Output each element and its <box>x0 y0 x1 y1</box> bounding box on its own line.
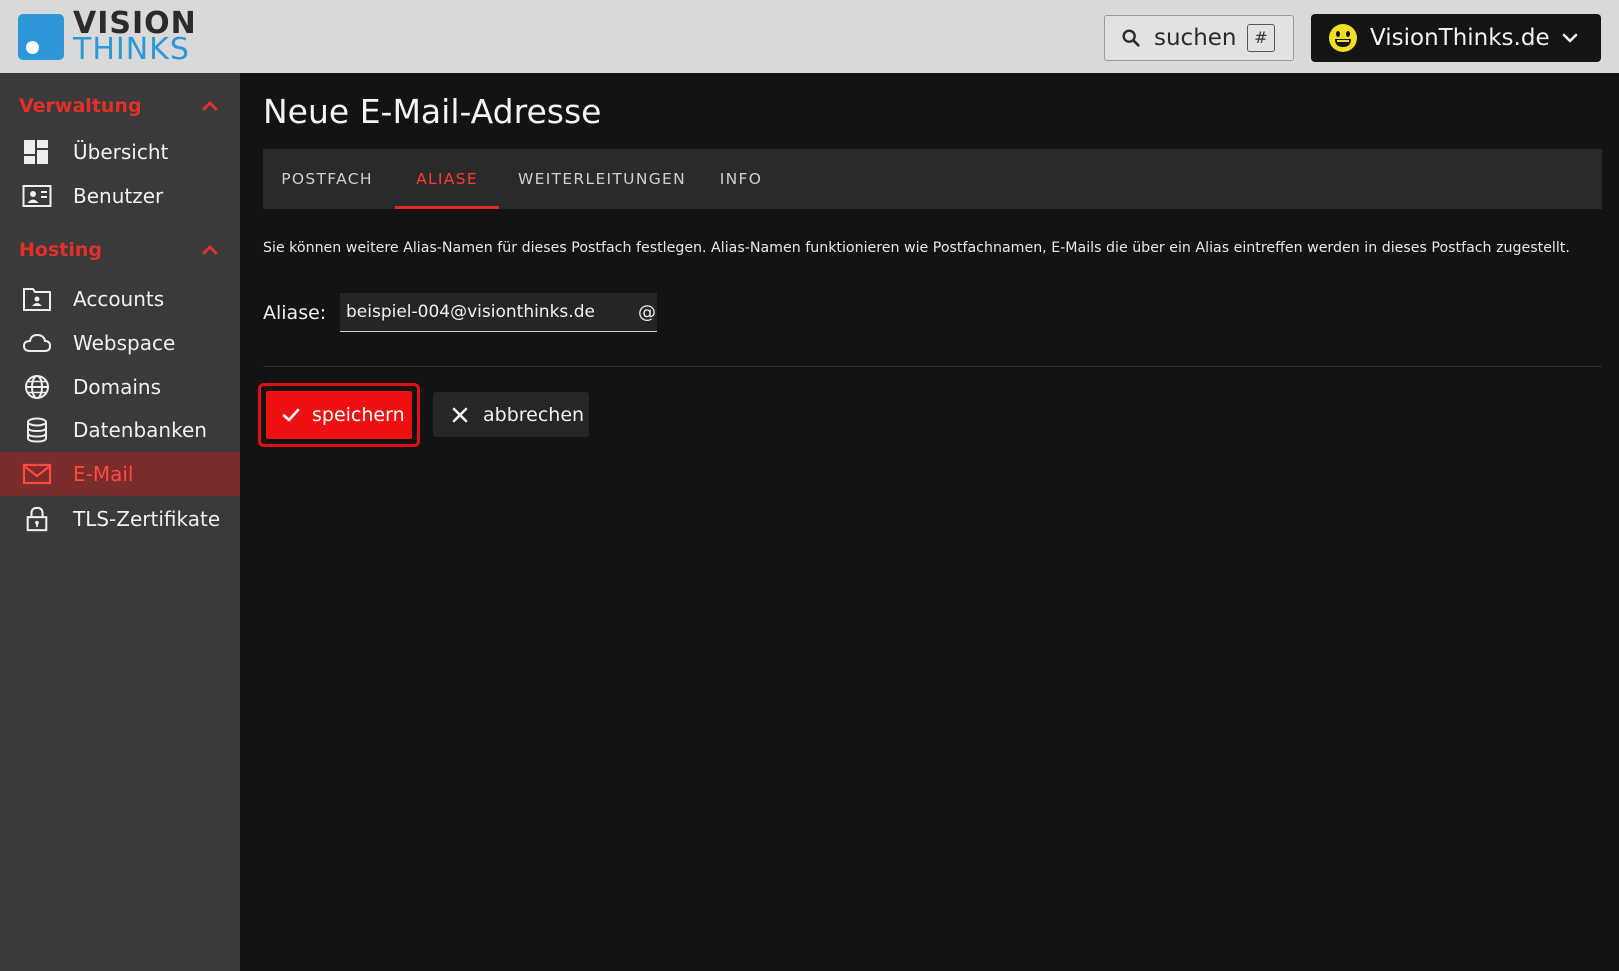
sidebar-item-label: Übersicht <box>73 140 169 164</box>
dashboard-icon <box>24 140 48 164</box>
sidebar-item-email[interactable]: E-Mail <box>0 452 240 496</box>
mail-icon <box>22 463 52 485</box>
cancel-button-label: abbrechen <box>483 403 585 426</box>
account-folder-icon <box>23 288 51 311</box>
search-button[interactable]: suchen # <box>1104 15 1294 61</box>
logo-mark-icon <box>18 14 64 60</box>
page-title: Neue E-Mail-Adresse <box>263 92 602 131</box>
sidebar-item-label: Datenbanken <box>73 418 207 442</box>
check-icon <box>282 408 300 422</box>
chevron-up-icon <box>202 245 218 255</box>
sidebar-item-label: Webspace <box>73 331 176 355</box>
chevron-up-icon <box>202 101 218 111</box>
cloud-icon <box>22 333 52 352</box>
save-button[interactable]: speichern <box>258 383 420 447</box>
save-button-label: speichern <box>312 404 405 426</box>
sidebar: Verwaltung Übersicht Benutzer Hosting Ac… <box>0 73 240 971</box>
section-label: Verwaltung <box>19 95 142 117</box>
database-icon <box>27 417 47 443</box>
form-divider <box>263 366 1602 367</box>
sidebar-item-label: Domains <box>73 375 162 399</box>
sidebar-item-webspace[interactable]: Webspace <box>0 321 240 365</box>
logo[interactable]: VISION THINKS <box>18 9 220 67</box>
sidebar-item-accounts[interactable]: Accounts <box>0 277 240 321</box>
alias-field-label: Aliase: <box>263 302 327 324</box>
tab-postfach[interactable]: POSTFACH <box>263 149 391 209</box>
sidebar-item-domains[interactable]: Domains <box>0 365 240 409</box>
sidebar-item-datenbanken[interactable]: Datenbanken <box>0 408 240 452</box>
sidebar-item-label: E-Mail <box>73 462 134 486</box>
sidebar-item-tls-zertifikate[interactable]: TLS-Zertifikate <box>0 497 240 541</box>
account-dropdown[interactable]: VisionThinks.de <box>1311 14 1601 62</box>
sidebar-item-uebersicht[interactable]: Übersicht <box>0 130 240 174</box>
alias-input[interactable] <box>340 293 657 332</box>
close-icon <box>452 407 468 422</box>
smiley-icon <box>1329 24 1357 52</box>
tab-weiterleitungen[interactable]: WEITERLEITUNGEN <box>511 149 693 209</box>
sidebar-item-benutzer[interactable]: Benutzer <box>0 174 240 218</box>
chevron-down-icon <box>1562 33 1578 43</box>
user-card-icon <box>22 185 52 207</box>
search-shortcut-badge: # <box>1247 24 1275 52</box>
logo-text-thinks: THINKS <box>73 32 190 67</box>
tab-info[interactable]: INFO <box>701 149 781 209</box>
sidebar-section-hosting[interactable]: Hosting <box>19 235 219 265</box>
sidebar-item-label: Benutzer <box>73 184 164 208</box>
section-label: Hosting <box>19 239 102 261</box>
alias-description: Sie können weitere Alias-Namen für diese… <box>263 240 1570 256</box>
tab-aliase[interactable]: ALIASE <box>395 149 499 209</box>
cancel-button[interactable]: abbrechen <box>433 392 589 437</box>
tab-bar: POSTFACH ALIASE WEITERLEITUNGEN INFO <box>263 149 1602 209</box>
sidebar-section-verwaltung[interactable]: Verwaltung <box>19 91 219 121</box>
sidebar-item-label: TLS-Zertifikate <box>73 507 221 531</box>
save-button-body[interactable]: speichern <box>266 391 412 439</box>
globe-icon <box>25 375 49 399</box>
account-label: VisionThinks.de <box>1370 25 1550 51</box>
top-bar: VISION THINKS suchen # VisionThinks.de <box>0 0 1619 73</box>
sidebar-item-label: Accounts <box>73 287 165 311</box>
search-icon <box>1122 29 1140 47</box>
lock-icon <box>26 506 48 532</box>
alias-domain-suffix: @ <box>638 302 656 323</box>
search-label: suchen <box>1154 25 1237 51</box>
